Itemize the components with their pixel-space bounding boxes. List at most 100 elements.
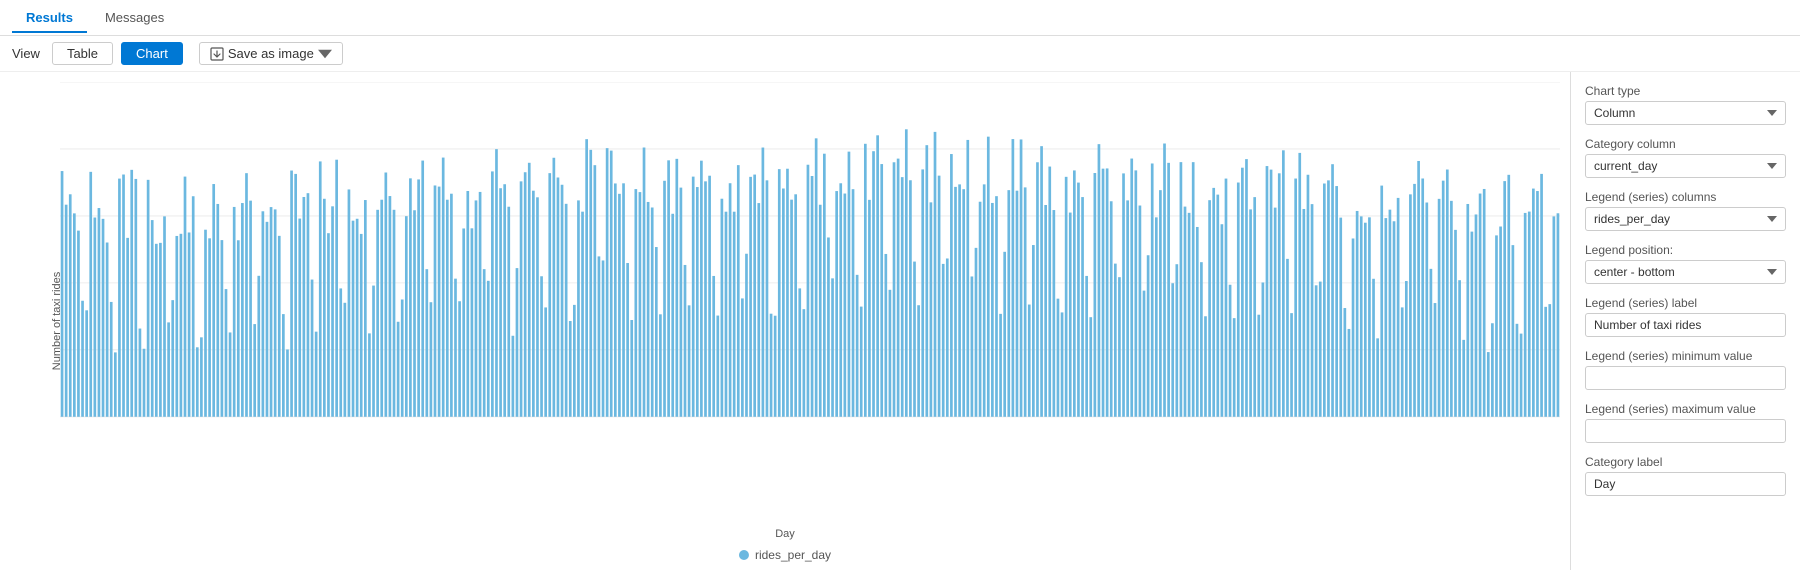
- bar: [1143, 291, 1146, 417]
- bar: [65, 205, 68, 417]
- bar: [1036, 162, 1039, 417]
- category-column-label: Category column: [1585, 137, 1786, 151]
- bar: [1098, 144, 1101, 417]
- bar: [593, 165, 596, 417]
- bar: [1212, 188, 1215, 417]
- bar: [1229, 285, 1232, 417]
- legend-series-label: Legend (series) columns: [1585, 190, 1786, 204]
- bar: [1122, 173, 1125, 416]
- bar: [1471, 232, 1474, 417]
- bar: [1495, 235, 1498, 416]
- chart-type-row: Chart type Column Bar Line Area Scatter …: [1585, 84, 1786, 125]
- bar: [1553, 216, 1556, 416]
- bar: [897, 159, 900, 417]
- bar: [962, 189, 965, 417]
- bar: [1262, 282, 1265, 416]
- bar: [1343, 308, 1346, 417]
- bar: [1294, 179, 1297, 417]
- chart-button[interactable]: Chart: [121, 42, 183, 65]
- bar: [1065, 177, 1068, 417]
- bar: [69, 194, 72, 416]
- toolbar: View Table Chart Save as image: [0, 36, 1800, 72]
- bar: [1303, 209, 1306, 417]
- main-content: Number of taxi rides 0 100k 200k 300k 40…: [0, 72, 1800, 570]
- bar: [1028, 305, 1031, 417]
- bar: [1401, 307, 1404, 416]
- bar: [245, 173, 248, 417]
- bar: [1290, 313, 1293, 417]
- bar: [524, 172, 527, 417]
- bar: [827, 237, 830, 416]
- series-max-row: Legend (series) maximum value: [1585, 402, 1786, 443]
- save-label: Save as image: [228, 46, 314, 61]
- bar: [553, 158, 556, 417]
- bar: [753, 175, 756, 417]
- category-column-select[interactable]: current_day: [1585, 154, 1786, 178]
- chart-type-select[interactable]: Column Bar Line Area Scatter Pie: [1585, 101, 1786, 125]
- bar: [1073, 170, 1076, 416]
- bar: [1134, 170, 1137, 416]
- bar: [380, 200, 383, 417]
- bar: [954, 187, 957, 417]
- bar: [339, 288, 342, 416]
- bar: [475, 200, 478, 416]
- table-button[interactable]: Table: [52, 42, 113, 65]
- bar: [589, 150, 592, 417]
- legend-position-row: Legend position: center - bottom top rig…: [1585, 243, 1786, 284]
- bar: [1462, 340, 1465, 417]
- bar: [1380, 186, 1383, 417]
- bar: [1085, 276, 1088, 417]
- bar: [1430, 269, 1433, 417]
- save-as-image-button[interactable]: Save as image: [199, 42, 343, 65]
- bar: [1503, 181, 1506, 417]
- bar: [184, 177, 187, 417]
- bar: [1434, 303, 1437, 417]
- bar: [913, 262, 916, 417]
- bar: [61, 171, 64, 417]
- legend-position-select[interactable]: center - bottom top right left none: [1585, 260, 1786, 284]
- bar: [331, 206, 334, 416]
- bar: [548, 173, 551, 417]
- bar: [1348, 329, 1351, 417]
- bar: [438, 187, 441, 417]
- bar: [762, 148, 765, 417]
- series-max-input[interactable]: [1585, 419, 1786, 443]
- chart-container: 0 100k 200k 300k 400k 500k: [60, 82, 1560, 490]
- bar: [1528, 212, 1531, 417]
- bar: [1532, 189, 1535, 417]
- bar: [163, 216, 166, 416]
- bar: [905, 129, 908, 416]
- bar: [1540, 174, 1543, 417]
- bar: [1458, 280, 1461, 417]
- bar: [872, 151, 875, 417]
- bar: [577, 200, 580, 416]
- bar: [839, 183, 842, 417]
- bar: [1421, 178, 1424, 416]
- bar: [786, 169, 789, 417]
- legend-series-select[interactable]: rides_per_day: [1585, 207, 1786, 231]
- tab-messages[interactable]: Messages: [91, 4, 178, 33]
- category-label-input[interactable]: [1585, 472, 1786, 496]
- bar: [147, 180, 150, 417]
- bar: [1516, 324, 1519, 417]
- bar: [122, 175, 125, 417]
- bar: [921, 169, 924, 416]
- bar: [569, 321, 572, 417]
- bar: [991, 203, 994, 417]
- bar: [1237, 183, 1240, 417]
- bar: [1249, 209, 1252, 416]
- bar: [864, 144, 867, 417]
- series-min-input[interactable]: [1585, 366, 1786, 390]
- bar: [614, 183, 617, 416]
- bar: [454, 279, 457, 417]
- chevron-down-icon: [318, 47, 332, 61]
- bar: [536, 197, 539, 416]
- bar: [1417, 161, 1420, 417]
- bar: [1389, 210, 1392, 417]
- bar: [1327, 180, 1330, 416]
- tab-results[interactable]: Results: [12, 4, 87, 33]
- bar: [770, 314, 773, 417]
- series-label-input[interactable]: [1585, 313, 1786, 337]
- bar: [1446, 170, 1449, 417]
- bar: [180, 234, 183, 417]
